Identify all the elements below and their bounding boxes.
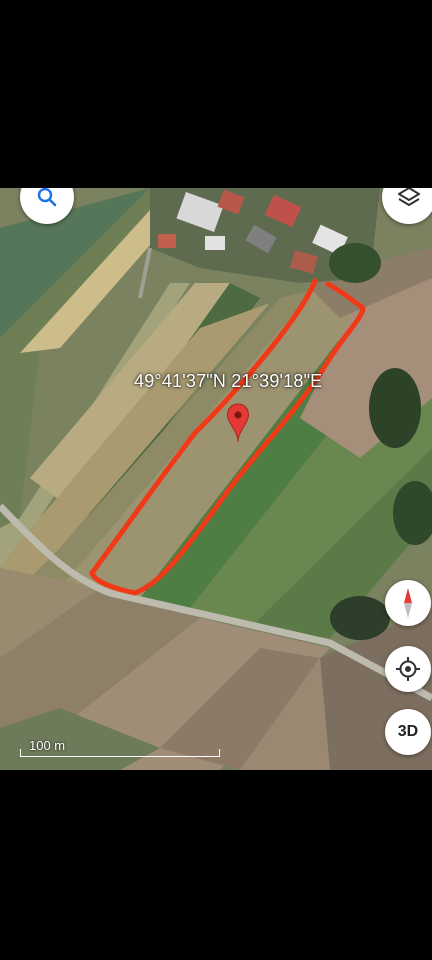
3d-view-label: 3D bbox=[397, 723, 419, 740]
compass-button[interactable] bbox=[385, 580, 431, 626]
layers-icon bbox=[398, 188, 420, 206]
search-icon bbox=[37, 188, 57, 207]
location-pin-icon[interactable] bbox=[226, 403, 250, 443]
satellite-map[interactable]: 49°41'37"N 21°39'18"E 3D 100 m bbox=[0, 188, 432, 770]
coordinates-label: 49°41'37"N 21°39'18"E bbox=[134, 371, 323, 391]
my-location-icon bbox=[396, 657, 420, 681]
compass-icon bbox=[404, 588, 412, 618]
scale-bar-line bbox=[20, 749, 220, 757]
scale-bar: 100 m bbox=[20, 737, 220, 759]
my-location-button[interactable] bbox=[385, 646, 431, 692]
satellite-imagery bbox=[0, 188, 432, 770]
3d-view-button[interactable]: 3D bbox=[385, 709, 431, 755]
